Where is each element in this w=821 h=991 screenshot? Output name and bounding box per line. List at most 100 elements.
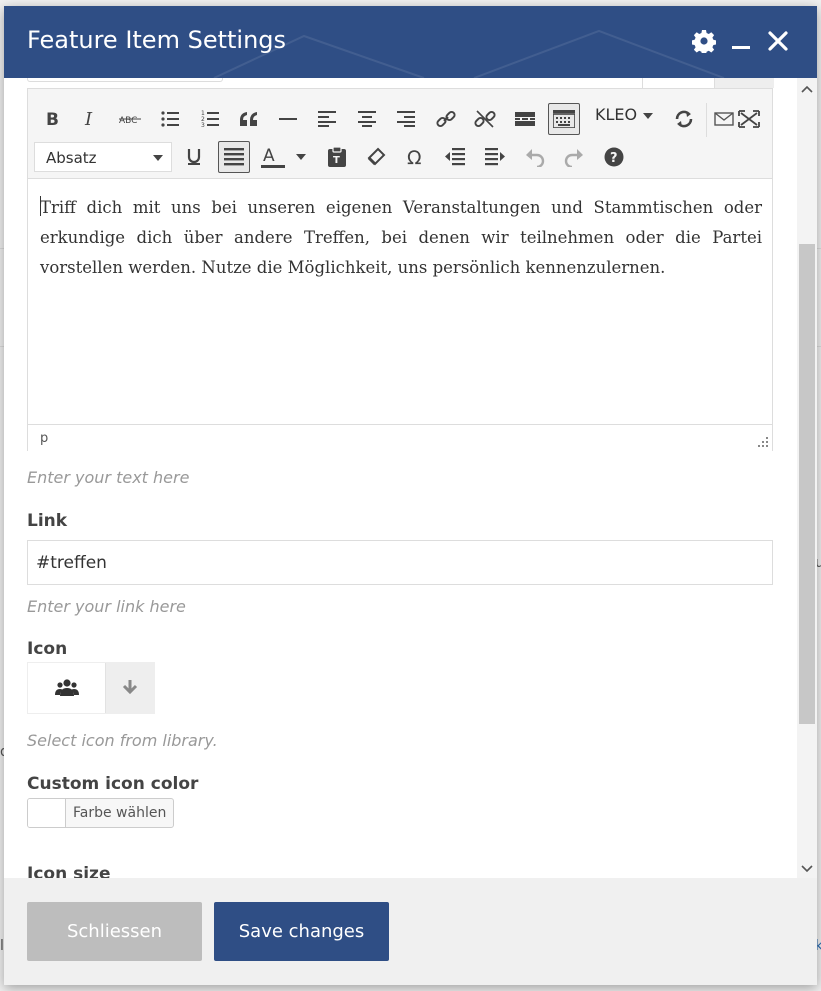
scroll-up-icon[interactable] <box>801 84 813 96</box>
svg-text:3: 3 <box>201 122 205 128</box>
scrollbar-thumb[interactable] <box>799 244 815 724</box>
justify-button[interactable] <box>218 141 250 173</box>
icon-preview <box>28 663 105 713</box>
italic-icon: I <box>84 110 93 128</box>
envelope-icon <box>714 112 734 126</box>
strikethrough-icon: ABC <box>119 116 141 126</box>
align-right-icon <box>397 111 415 127</box>
numbered-list-icon: 123 <box>201 110 219 128</box>
align-center-button[interactable] <box>351 103 383 135</box>
icon-label: Icon <box>27 639 68 659</box>
read-more-button[interactable] <box>509 103 541 135</box>
editor-toolbar: B I ABC 123 KLEO Absatz A T Ω ? <box>28 89 772 179</box>
rich-text-editor: B I ABC 123 KLEO Absatz A T Ω ? Triff di… <box>27 88 773 451</box>
text-color-icon: A <box>261 146 285 168</box>
align-justify-icon <box>224 148 244 166</box>
resize-handle-icon[interactable] <box>758 437 768 447</box>
clear-formatting-button[interactable] <box>360 141 392 173</box>
remove-link-button[interactable] <box>469 103 501 135</box>
redo-button[interactable] <box>558 141 590 173</box>
link-label: Link <box>27 511 68 531</box>
link-help: Enter your link here <box>27 597 186 616</box>
blockquote-button[interactable] <box>233 103 265 135</box>
toolbar-toggle-button[interactable] <box>548 103 580 135</box>
bold-button[interactable]: B <box>36 103 68 135</box>
underline-button[interactable] <box>178 141 210 173</box>
clipboard-icon: T <box>328 146 346 167</box>
editor-paragraph: Triff dich mit uns bei unseren eigenen V… <box>40 198 762 277</box>
svg-text:T: T <box>333 155 340 166</box>
numbered-list-button[interactable]: 123 <box>194 103 226 135</box>
align-center-icon <box>358 111 376 127</box>
close-button[interactable] <box>765 28 791 54</box>
link-icon <box>436 110 456 128</box>
horizontal-line-icon <box>279 118 297 120</box>
color-picker-button[interactable]: Farbe wählen <box>27 798 175 828</box>
undo-icon <box>526 149 545 167</box>
redo-icon <box>564 149 583 167</box>
icon-dropdown-button[interactable] <box>105 663 154 713</box>
text-color-button[interactable]: A <box>258 141 290 173</box>
question-icon: ? <box>604 147 624 167</box>
toolbar-divider <box>706 103 707 137</box>
outdent-button[interactable] <box>439 141 471 173</box>
link-input[interactable] <box>27 540 773 585</box>
eraser-icon <box>367 147 386 166</box>
color-picker-label: Farbe wählen <box>73 805 167 821</box>
align-left-icon <box>318 111 336 127</box>
icon-color-label: Custom icon color <box>27 774 199 794</box>
bullet-list-button[interactable] <box>154 103 186 135</box>
italic-button[interactable]: I <box>74 103 106 135</box>
paragraph-format-select[interactable]: Absatz <box>34 142 172 172</box>
insert-link-button[interactable] <box>430 103 462 135</box>
refresh-button[interactable] <box>668 103 700 135</box>
outdent-icon <box>445 148 465 166</box>
modal-body: B I ABC 123 KLEO Absatz A T Ω ? Triff di… <box>4 78 817 878</box>
quote-icon <box>240 112 257 126</box>
editor-content[interactable]: Triff dich mit uns bei unseren eigenen V… <box>40 193 762 283</box>
scrollbar[interactable] <box>797 78 817 878</box>
icon-size-label: Icon size <box>27 864 111 878</box>
color-swatch <box>28 799 66 827</box>
align-left-button[interactable] <box>311 103 343 135</box>
unlink-icon <box>474 110 496 128</box>
users-icon <box>54 679 79 696</box>
save-changes-button[interactable]: Save changes <box>214 902 389 961</box>
special-character-button[interactable]: Ω <box>400 141 432 173</box>
chevron-down-icon <box>153 155 163 161</box>
modal-footer: Schliessen Save changes <box>4 878 817 985</box>
previous-field-edge <box>714 78 774 88</box>
strikethrough-button[interactable]: ABC <box>114 103 146 135</box>
paste-as-text-button[interactable]: T <box>321 141 353 173</box>
fullscreen-button[interactable] <box>736 103 762 135</box>
chevron-down-icon <box>643 112 654 119</box>
minimize-button[interactable] <box>728 28 754 54</box>
indent-button[interactable] <box>479 141 511 173</box>
align-right-button[interactable] <box>390 103 422 135</box>
horizontal-line-button[interactable] <box>272 103 304 135</box>
bullet-list-icon <box>161 111 179 127</box>
gear-icon <box>692 30 716 53</box>
close-icon <box>768 31 788 51</box>
editor-status-bar: p <box>28 424 772 451</box>
minimize-icon <box>732 46 750 49</box>
element-path[interactable]: p <box>40 431 48 446</box>
icon-picker[interactable] <box>27 662 155 714</box>
previous-field-edge <box>642 78 643 88</box>
format-select-value: Absatz <box>46 149 97 167</box>
kleo-shortcodes-menu[interactable]: KLEO <box>595 105 654 124</box>
scroll-down-icon[interactable] <box>801 862 813 874</box>
svg-text:A: A <box>263 146 275 166</box>
settings-button[interactable] <box>691 28 717 54</box>
close-modal-button[interactable]: Schliessen <box>27 902 202 961</box>
previous-field-edge <box>27 78 223 82</box>
bold-icon: B <box>46 110 59 128</box>
kleo-menu-label: KLEO <box>595 105 638 124</box>
text-color-dropdown[interactable] <box>290 141 312 173</box>
icon-help: Select icon from library. <box>27 731 218 750</box>
modal-title: Feature Item Settings <box>27 26 287 54</box>
help-button[interactable]: ? <box>598 141 630 173</box>
undo-button[interactable] <box>519 141 551 173</box>
email-button[interactable] <box>712 103 736 135</box>
svg-text:ABC: ABC <box>119 116 137 126</box>
